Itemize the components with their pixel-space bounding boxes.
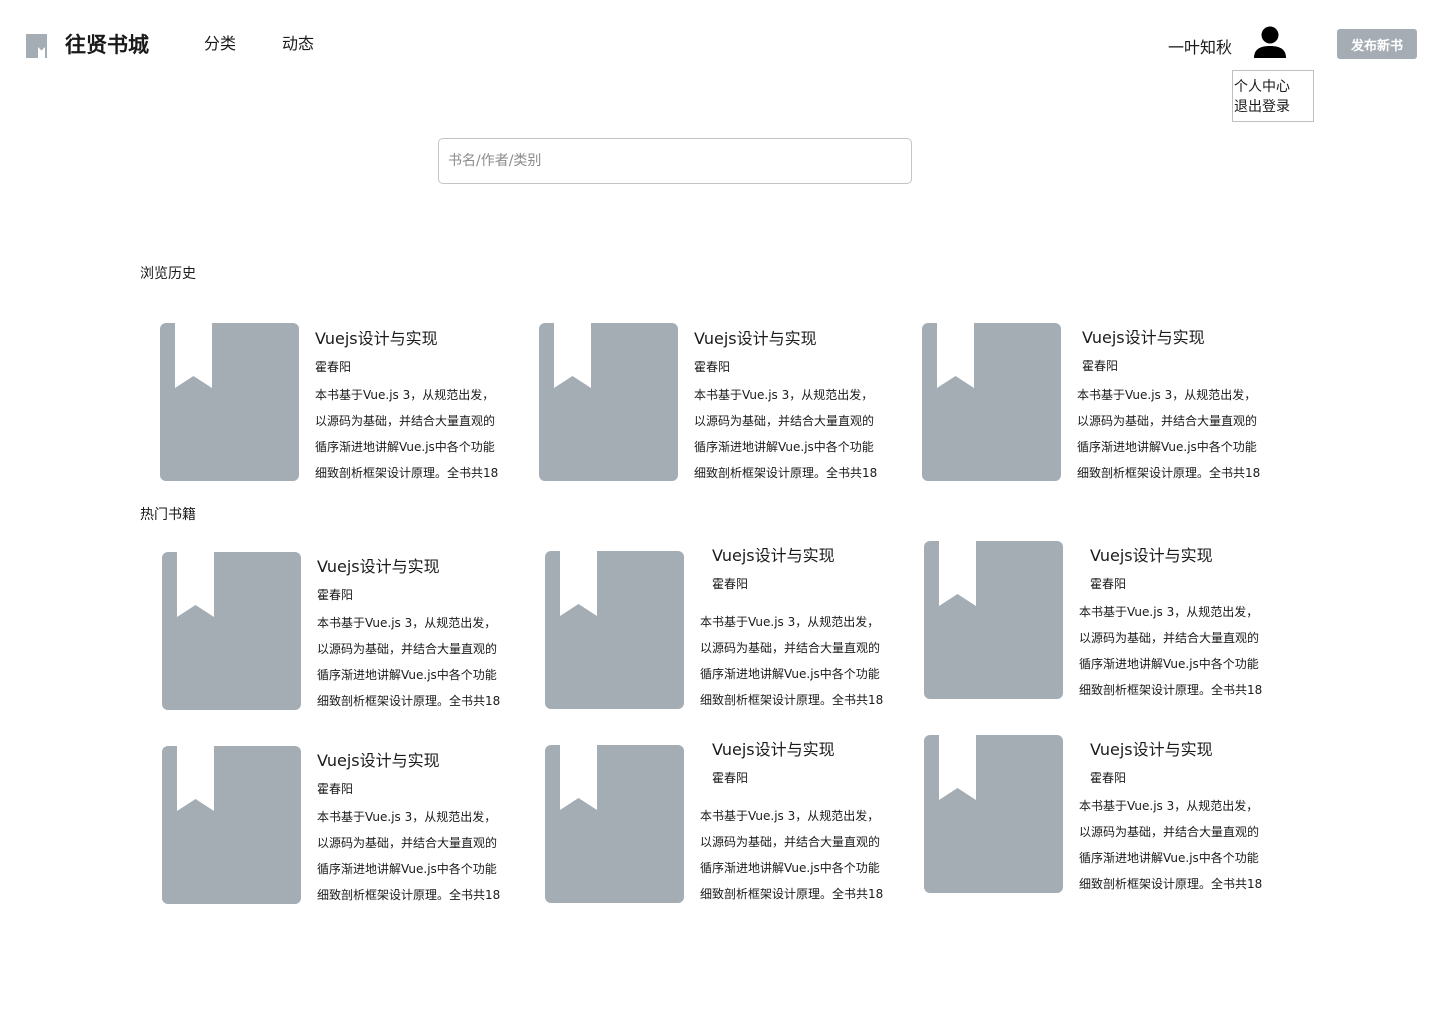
history-section-title: 浏览历史 [140,266,196,282]
book-cover[interactable] [924,541,1063,699]
book-cover[interactable] [922,323,1061,481]
book-description-line: 本书基于Vue.js 3，从规范出发， [315,388,495,402]
book-description-line: 本书基于Vue.js 3，从规范出发， [1077,388,1257,402]
book-description-line: 以源码为基础，并结合大量直观的 [317,642,498,656]
book-author: 霍春阳 [712,771,749,785]
site-brand[interactable]: 往贤书城 [65,30,149,60]
hot-section-title: 热门书籍 [140,507,196,523]
book-title[interactable]: Vuejs设计与实现 [1090,545,1213,567]
book-title[interactable]: Vuejs设计与实现 [315,328,438,350]
book-cover[interactable] [539,323,678,481]
book-author: 霍春阳 [1082,359,1119,373]
book-description-line: 细致剖析框架设计原理。全书共18 [317,694,501,708]
menu-item-logout[interactable]: 退出登录 [1233,97,1313,117]
book-author: 霍春阳 [694,360,731,374]
book-author: 霍春阳 [712,577,749,591]
book-title[interactable]: Vuejs设计与实现 [712,545,835,567]
bookmark-icon [560,551,597,616]
book-description-line: 以源码为基础，并结合大量直观的 [1079,825,1260,839]
book-cover[interactable] [924,735,1063,893]
bookmark-icon [177,552,214,617]
username[interactable]: 一叶知秋 [1168,37,1232,59]
book-description-line: 循序渐进地讲解Vue.js中各个功能 [317,668,497,682]
book-description: 本书基于Vue.js 3，从规范出发， 以源码为基础，并结合大量直观的 循序渐进地讲… [700,803,886,907]
book-description-line: 循序渐进地讲解Vue.js中各个功能 [700,861,880,875]
book-description-line: 以源码为基础，并结合大量直观的 [700,835,881,849]
book-author: 霍春阳 [317,782,354,796]
book-logo-icon [26,34,47,58]
nav-category[interactable]: 分类 [204,33,236,55]
book-description: 本书基于Vue.js 3，从规范出发， 以源码为基础，并结合大量直观的 循序渐进地讲… [1079,793,1265,897]
bookmark-icon [939,735,976,800]
book-description-line: 本书基于Vue.js 3，从规范出发， [317,810,497,824]
book-cover[interactable] [545,551,684,709]
book-description-line: 细致剖析框架设计原理。全书共18 [1077,466,1261,480]
search-input[interactable] [438,138,912,184]
book-description-line: 循序渐进地讲解Vue.js中各个功能 [317,862,497,876]
book-description-line: 循序渐进地讲解Vue.js中各个功能 [315,440,495,454]
book-description-line: 循序渐进地讲解Vue.js中各个功能 [1077,440,1257,454]
book-description: 本书基于Vue.js 3，从规范出发， 以源码为基础，并结合大量直观的 循序渐进地讲… [700,609,886,713]
user-icon[interactable] [1253,26,1287,58]
book-description-line: 细致剖析框架设计原理。全书共18 [315,466,499,480]
book-description-line: 细致剖析框架设计原理。全书共18 [1079,877,1263,891]
book-description: 本书基于Vue.js 3，从规范出发， 以源码为基础，并结合大量直观的 循序渐进地讲… [317,610,503,714]
book-description-line: 细致剖析框架设计原理。全书共18 [694,466,878,480]
book-cover[interactable] [545,745,684,903]
publish-book-button[interactable]: 发布新书 [1337,29,1417,59]
bookmark-icon [175,323,212,388]
book-description-line: 细致剖析框架设计原理。全书共18 [700,693,884,707]
book-description-line: 循序渐进地讲解Vue.js中各个功能 [1079,851,1259,865]
book-cover[interactable] [160,323,299,481]
user-dropdown-menu: 个人中心 退出登录 [1232,70,1314,122]
book-description-line: 以源码为基础，并结合大量直观的 [700,641,881,655]
book-description: 本书基于Vue.js 3，从规范出发， 以源码为基础，并结合大量直观的 循序渐进地讲… [694,382,880,486]
book-description-line: 循序渐进地讲解Vue.js中各个功能 [700,667,880,681]
book-description: 本书基于Vue.js 3，从规范出发， 以源码为基础，并结合大量直观的 循序渐进地讲… [1079,599,1265,703]
book-description-line: 循序渐进地讲解Vue.js中各个功能 [694,440,874,454]
book-description-line: 细致剖析框架设计原理。全书共18 [317,888,501,902]
bookmark-icon [177,746,214,811]
book-description: 本书基于Vue.js 3，从规范出发， 以源码为基础，并结合大量直观的 循序渐进地讲… [1077,382,1263,486]
book-author: 霍春阳 [1090,577,1127,591]
bookmark-icon [937,323,974,388]
book-description-line: 循序渐进地讲解Vue.js中各个功能 [1079,657,1259,671]
book-description-line: 本书基于Vue.js 3，从规范出发， [694,388,874,402]
book-cover[interactable] [162,746,301,904]
book-description-line: 本书基于Vue.js 3，从规范出发， [700,615,880,629]
book-author: 霍春阳 [1090,771,1127,785]
bookmark-icon [554,323,591,388]
book-title[interactable]: Vuejs设计与实现 [694,328,817,350]
book-author: 霍春阳 [315,360,352,374]
bookmark-icon [560,745,597,810]
book-description-line: 本书基于Vue.js 3，从规范出发， [1079,605,1259,619]
book-cover[interactable] [162,552,301,710]
menu-item-profile[interactable]: 个人中心 [1233,77,1313,97]
book-description-line: 以源码为基础，并结合大量直观的 [317,836,498,850]
nav-activity[interactable]: 动态 [282,33,314,55]
book-description: 本书基于Vue.js 3，从规范出发， 以源码为基础，并结合大量直观的 循序渐进地讲… [317,804,503,908]
book-description-line: 细致剖析框架设计原理。全书共18 [700,887,884,901]
book-description-line: 以源码为基础，并结合大量直观的 [315,414,496,428]
book-title[interactable]: Vuejs设计与实现 [317,750,440,772]
book-title[interactable]: Vuejs设计与实现 [317,556,440,578]
book-title[interactable]: Vuejs设计与实现 [712,739,835,761]
book-title[interactable]: Vuejs设计与实现 [1082,327,1205,349]
book-description-line: 本书基于Vue.js 3，从规范出发， [1079,799,1259,813]
book-description: 本书基于Vue.js 3，从规范出发， 以源码为基础，并结合大量直观的 循序渐进地讲… [315,382,501,486]
bookmark-icon [939,541,976,606]
book-description-line: 以源码为基础，并结合大量直观的 [694,414,875,428]
book-author: 霍春阳 [317,588,354,602]
book-description-line: 以源码为基础，并结合大量直观的 [1079,631,1260,645]
book-description-line: 本书基于Vue.js 3，从规范出发， [317,616,497,630]
book-title[interactable]: Vuejs设计与实现 [1090,739,1213,761]
book-description-line: 细致剖析框架设计原理。全书共18 [1079,683,1263,697]
book-description-line: 本书基于Vue.js 3，从规范出发， [700,809,880,823]
book-description-line: 以源码为基础，并结合大量直观的 [1077,414,1258,428]
